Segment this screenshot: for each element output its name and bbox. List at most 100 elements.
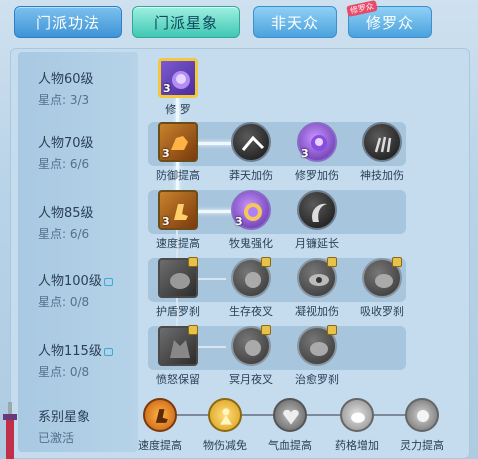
shield-beast-icon (170, 273, 190, 289)
node-mangtian-dmg[interactable] (231, 122, 271, 162)
node-label: 吸收罗刹 (360, 305, 404, 318)
yaksha-icon (245, 272, 261, 288)
star-points: 星点: 0/8 (38, 365, 90, 379)
node-divine-skill-dmg[interactable] (362, 122, 402, 162)
node-count: 3 (163, 82, 171, 95)
node-label: 神技加伤 (360, 169, 404, 182)
impact-icon (241, 135, 265, 151)
tab-xiuluozhong[interactable]: 修罗众 修罗众 (346, 0, 432, 38)
system-label: 速度提高 (138, 439, 182, 452)
node-label: 护盾罗刹 (156, 305, 200, 318)
level-label: 人物70级 (38, 136, 94, 151)
node-gaze-dmg[interactable] (297, 257, 337, 298)
lock-icon (392, 257, 402, 267)
system-potion-slot[interactable] (340, 398, 374, 432)
node-label: 月镰延长 (295, 237, 339, 250)
node-heal-rakshasa[interactable] (297, 325, 337, 366)
node-defense-up[interactable]: 3 (158, 122, 198, 162)
system-label: 灵力提高 (400, 439, 444, 452)
node-absorb-rakshasa[interactable] (362, 257, 402, 298)
absorb-icon (375, 274, 393, 288)
tab-label: 门派功法 (35, 13, 100, 32)
node-survival-yaksha[interactable] (231, 257, 271, 298)
system-spirit-up[interactable] (405, 398, 439, 432)
node-label: 冥月夜叉 (229, 373, 273, 386)
node-label: 防御提高 (156, 169, 200, 182)
node-label: 速度提高 (156, 237, 200, 250)
gaze-icon (309, 274, 329, 286)
lock-icon (103, 347, 113, 356)
tab-label: 门派星象 (153, 13, 218, 32)
rage-demon-icon (170, 340, 190, 358)
purple-burst-icon (244, 203, 262, 221)
golden-figure-icon (220, 408, 232, 425)
sword-decoration (0, 400, 22, 459)
shura-purple-icon (172, 71, 190, 89)
node-shura-dmg[interactable]: 3 (297, 122, 337, 162)
star-points: 星点: 0/8 (38, 295, 90, 309)
tab-label: 非天众 (270, 13, 319, 32)
tab-label: 修罗众 (365, 13, 414, 32)
node-count: 3 (162, 147, 170, 160)
node-label: 愤怒保留 (156, 373, 200, 386)
node-moon-scythe-extend[interactable] (297, 190, 337, 230)
star-points: 星点: 3/3 (38, 93, 90, 107)
lock-icon (261, 257, 271, 267)
level-row-85: 人物85级 星点: 6/6 (38, 202, 94, 242)
level-row-60: 人物60级 星点: 3/3 (38, 68, 94, 108)
system-title: 系别星象 (38, 410, 91, 425)
lock-icon (261, 325, 271, 335)
tab-feitianzhong[interactable]: 非天众 (253, 6, 337, 38)
star-points: 星点: 6/6 (38, 227, 90, 241)
node-rage-keep[interactable] (158, 325, 198, 366)
claw-icon (374, 136, 392, 153)
node-label: 牧鬼强化 (229, 237, 273, 250)
node-label: 治愈罗刹 (295, 373, 339, 386)
level-row-70: 人物70级 星点: 6/6 (38, 132, 94, 172)
node-speed-up[interactable]: 3 (158, 190, 198, 230)
node-mugui-enhance[interactable]: 3 (231, 190, 271, 230)
node-label: 凝视加伤 (295, 305, 339, 318)
tab-sect-stars[interactable]: 门派星象 (132, 6, 240, 38)
node-count: 3 (162, 215, 170, 228)
level-label: 人物100级 (38, 274, 102, 289)
muscle-arm-icon (171, 136, 188, 150)
star-points: 星点: 6/6 (38, 157, 90, 171)
lock-icon (327, 257, 337, 267)
system-hp-up[interactable] (273, 398, 307, 432)
node-shield-rakshasa[interactable] (158, 257, 198, 298)
level-label: 人物60级 (38, 72, 94, 87)
spirit-icon (417, 410, 429, 422)
level-row-115: 人物115级 星点: 0/8 (38, 340, 113, 380)
system-status: 已激活 (38, 431, 75, 445)
lock-icon (188, 257, 198, 267)
speed-boot-icon (174, 204, 188, 220)
level-row-100: 人物100级 星点: 0/8 (38, 270, 113, 310)
system-label: 气血提高 (268, 439, 312, 452)
heart-shield-icon (283, 409, 299, 425)
lock-icon (188, 325, 198, 335)
node-label: 修 罗 (165, 103, 191, 116)
lock-icon (327, 325, 337, 335)
heal-rakshasa-icon (310, 342, 328, 356)
speed-boot-icon (155, 409, 168, 423)
potion-icon (351, 412, 365, 423)
shura-purple-icon (311, 135, 327, 151)
node-label: 莽天加伤 (229, 169, 273, 182)
system-speed-up[interactable] (143, 398, 177, 432)
moon-yaksha-icon (245, 340, 261, 356)
level-column (18, 52, 138, 452)
node-count: 3 (235, 215, 243, 228)
tab-bar: 门派功法 门派星象 非天众 修罗众 修罗众 (0, 0, 478, 46)
node-label: 修罗加伤 (295, 169, 339, 182)
system-label: 药格增加 (335, 439, 379, 452)
tab-sect-skills[interactable]: 门派功法 (14, 6, 122, 38)
lock-icon (103, 277, 113, 286)
node-shura[interactable]: 3 (158, 58, 198, 98)
node-count: 3 (301, 147, 309, 160)
scythe-icon (312, 203, 327, 222)
level-label: 人物115级 (38, 344, 102, 359)
node-moon-yaksha[interactable] (231, 325, 271, 366)
system-phys-reduce[interactable] (208, 398, 242, 432)
node-label: 生存夜叉 (229, 305, 273, 318)
